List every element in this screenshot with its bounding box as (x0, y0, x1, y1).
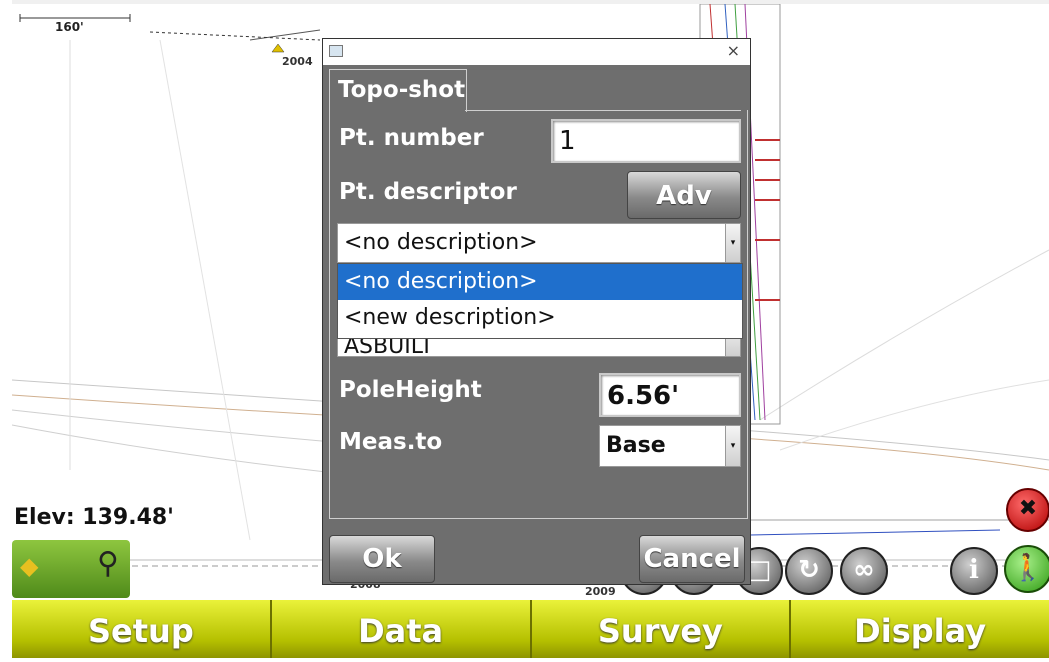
adv-button[interactable]: Adv (627, 171, 741, 219)
descriptor-dropdown-list: <no description> <new description> (337, 263, 743, 339)
meas-to-label: Meas.to (339, 429, 443, 455)
pt-number-field[interactable]: 1 (551, 119, 741, 163)
menu-data-button[interactable]: Data (271, 600, 532, 658)
pt-descriptor-label: Pt. descriptor (339, 179, 517, 205)
tab-topo-shot[interactable]: Topo-shot (329, 69, 467, 112)
close-icon[interactable]: × (727, 41, 740, 60)
dropdown-option[interactable]: <no description> (338, 264, 742, 300)
scale-bar-label: 160' (55, 20, 84, 34)
chevron-down-icon[interactable]: ▾ (725, 224, 740, 262)
chevron-down-icon[interactable]: ▾ (725, 426, 740, 466)
map-point-label: 2004 (282, 55, 313, 68)
topo-shot-dialog: × Topo-shot Pt. number 1 Pt. descriptor … (322, 38, 751, 585)
window-left-edge (0, 0, 12, 658)
descriptor-select[interactable]: <no description> ▾ (337, 223, 741, 263)
dropdown-option[interactable]: <new description> (338, 300, 742, 336)
meas-to-select[interactable]: Base ▾ (599, 425, 741, 467)
map-point-label: 2009 (585, 585, 616, 598)
dialog-titlebar: × (323, 39, 750, 65)
pole-height-label: PoleHeight (339, 377, 482, 403)
repeat-icon[interactable]: ∞ (840, 547, 888, 595)
menu-display-button[interactable]: Display (791, 600, 1049, 658)
gps-status-panel[interactable]: ◆ ⚲ (12, 540, 130, 598)
ok-button[interactable]: Ok (329, 535, 435, 583)
main-menu-bar: Setup Data Survey Display (12, 600, 1049, 658)
menu-setup-button[interactable]: Setup (12, 600, 272, 658)
elevation-readout: Elev: 139.48' (14, 505, 174, 530)
meas-to-value: Base (606, 433, 666, 458)
cancel-button[interactable]: Cancel (639, 535, 745, 583)
stakeout-walk-icon[interactable]: 🚶 (1004, 545, 1049, 593)
window-icon (329, 45, 343, 57)
exit-icon[interactable]: ✖ (1006, 488, 1049, 532)
info-icon[interactable]: i (950, 547, 998, 595)
pt-number-label: Pt. number (339, 125, 484, 151)
window-top-edge (0, 0, 1049, 4)
rover-pole-icon: ⚲ (97, 546, 119, 581)
pole-height-field[interactable]: 6.56' (599, 373, 741, 417)
menu-survey-button[interactable]: Survey (531, 600, 792, 658)
descriptor-selected-value: <no description> (344, 230, 538, 255)
gps-receiver-icon: ◆ (20, 552, 39, 580)
refresh-icon[interactable]: ↻ (785, 547, 833, 595)
